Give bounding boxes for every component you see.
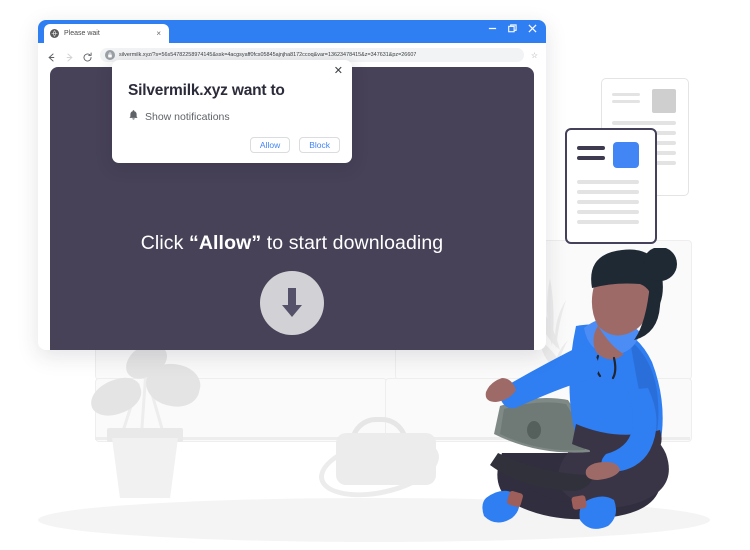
globe-icon: [50, 29, 59, 38]
call-to-action-text: Click “Allow” to start downloading: [50, 232, 534, 255]
permission-row: Show notifications: [128, 108, 230, 126]
document-front: [565, 128, 657, 244]
bookmark-icon[interactable]: ☆: [531, 51, 538, 60]
maximize-icon[interactable]: [507, 23, 518, 34]
potted-plant-icon: [84, 337, 208, 502]
cta-prefix: Click: [140, 232, 189, 254]
permission-label: Show notifications: [145, 111, 230, 123]
browser-titlebar: Please wait ×: [38, 20, 546, 43]
reload-icon[interactable]: [82, 50, 93, 61]
notification-permission-dialog: ✕ Silvermilk.xyz want to Show notificati…: [112, 60, 352, 163]
cta-highlight: “Allow”: [189, 232, 262, 254]
minimize-icon[interactable]: [487, 23, 498, 34]
bell-icon: [128, 108, 139, 126]
window-controls: [487, 23, 538, 34]
tab-title: Please wait: [64, 30, 100, 37]
dialog-title: Silvermilk.xyz want to: [128, 82, 285, 99]
download-arrow-icon[interactable]: [260, 271, 324, 335]
cta-suffix: to start downloading: [261, 232, 444, 254]
back-icon[interactable]: [46, 50, 57, 62]
bag-icon: [313, 415, 445, 508]
tab-close-icon[interactable]: ×: [154, 29, 163, 38]
url-text[interactable]: silvermilk.xyz/?s=56s54782258974145&ssk=…: [119, 52, 416, 58]
forward-icon[interactable]: [64, 50, 75, 62]
lock-icon: [105, 50, 115, 60]
browser-tab[interactable]: Please wait ×: [44, 24, 169, 43]
close-icon[interactable]: [527, 23, 538, 34]
illustration-scene: Please wait × silvermilk.xyz/?s=56s54782…: [0, 0, 750, 550]
dialog-actions: Allow Block: [249, 136, 340, 153]
dialog-close-icon[interactable]: ✕: [334, 66, 343, 77]
block-button[interactable]: Block: [299, 136, 340, 153]
allow-button[interactable]: Allow: [249, 136, 291, 153]
